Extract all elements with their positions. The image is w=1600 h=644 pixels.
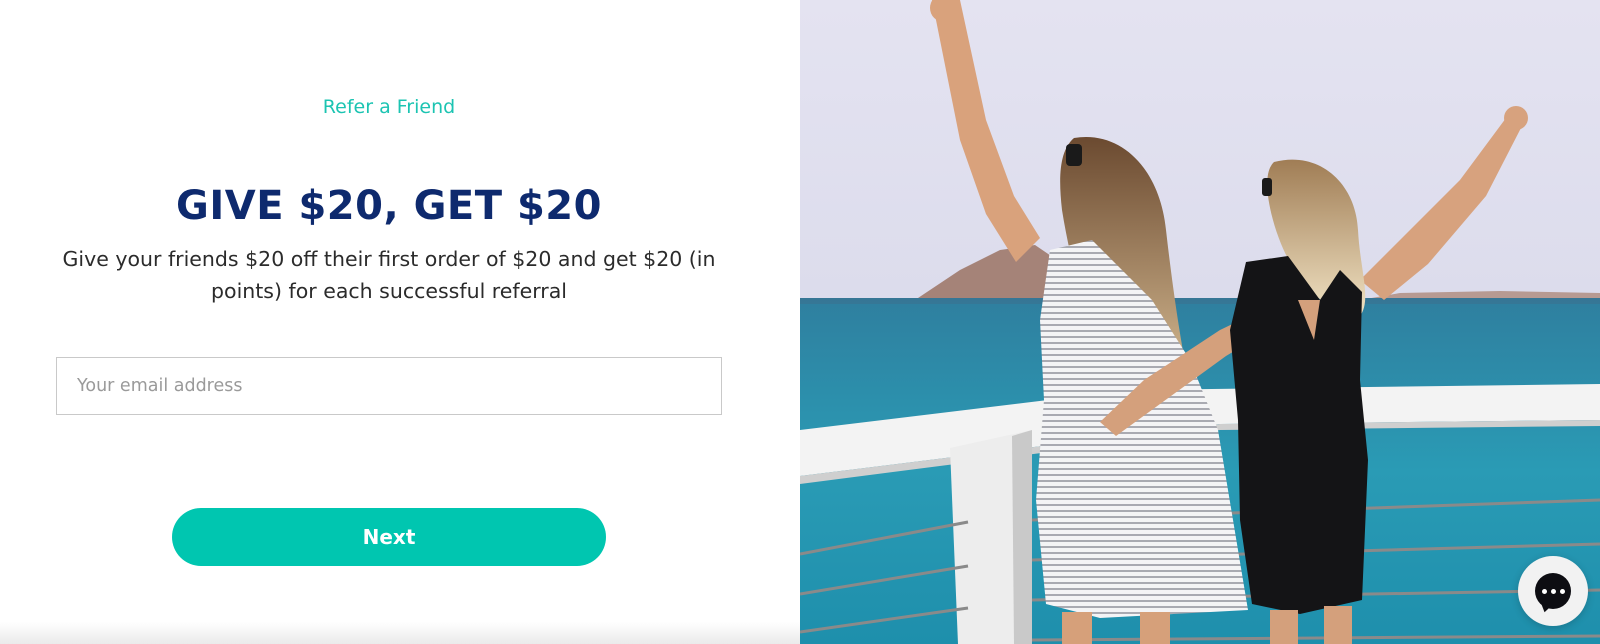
chat-button[interactable] [1518,556,1588,626]
chat-bubble-icon [1535,573,1571,609]
offer-description: Give your friends $20 off their first or… [62,247,716,303]
refer-a-friend-label: Refer a Friend [322,96,456,118]
bottom-shadow [0,622,800,644]
photo-illustration [800,0,1600,644]
hero-photo [800,0,1600,644]
offer-headline: GIVE $20, GET $20 [176,183,602,229]
referral-panel: Refer a Friend GIVE $20, GET $20 Give yo… [0,0,800,644]
email-input[interactable] [56,357,722,415]
next-button[interactable]: Next [172,508,606,566]
